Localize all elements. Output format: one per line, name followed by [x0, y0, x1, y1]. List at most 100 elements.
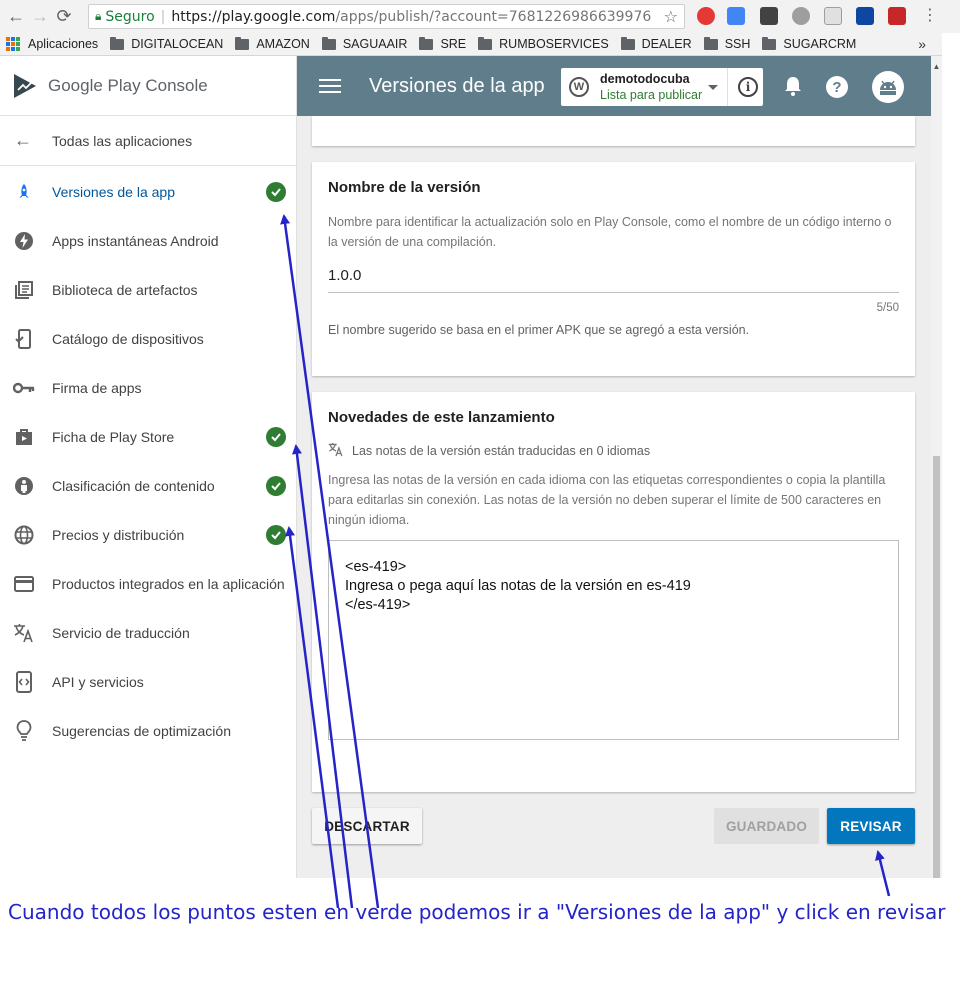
avatar[interactable] [872, 71, 904, 103]
sidebar-item-label: Catálogo de dispositivos [52, 330, 204, 347]
folder-icon [110, 36, 125, 50]
hamburger-menu-icon[interactable] [319, 75, 341, 97]
translate-extension-icon[interactable] [727, 7, 745, 25]
all-apps-link[interactable]: ← Todas las aplicaciones [0, 115, 296, 166]
url-host: https://play.google.com [171, 8, 336, 25]
bookmark-folder[interactable]: SRE [419, 36, 466, 51]
scrollbar-thumb[interactable] [933, 456, 940, 878]
bell-icon[interactable] [783, 75, 803, 97]
info-icon[interactable]: i [738, 77, 758, 97]
sidebar-item-pricing-distribution[interactable]: Precios y distribución [0, 510, 296, 559]
forward-arrow-icon[interactable]: → [28, 5, 52, 29]
app-name: demotodocuba [600, 72, 690, 86]
bookmark-folder[interactable]: DIGITALOCEAN [110, 36, 223, 51]
bookmark-star-icon[interactable]: ☆ [664, 7, 678, 26]
back-arrow-icon[interactable]: ← [4, 5, 28, 29]
bolt-icon [12, 229, 36, 253]
play-console-logo[interactable]: Google Play Console [0, 56, 296, 115]
bookmarks-overflow-button[interactable]: » [918, 36, 926, 52]
globe-icon [12, 523, 36, 547]
sidebar-item-store-listing[interactable]: Ficha de Play Store [0, 412, 296, 461]
version-name-underline [328, 292, 899, 293]
sidebar-nav: Versiones de la app Apps instantáneas An… [0, 166, 296, 755]
scrollbar[interactable]: ▲ [931, 56, 942, 878]
gift-extension-icon[interactable] [888, 7, 906, 25]
translation-status: Las notas de la versión están traducidas… [328, 442, 899, 460]
page-title: Versiones de la app [369, 74, 545, 97]
check-icon [266, 475, 286, 496]
app-status: Lista para publicar [600, 88, 703, 102]
film-extension-icon[interactable] [760, 7, 778, 25]
sidebar-item-api-services[interactable]: API y servicios [0, 657, 296, 706]
bookmark-apps[interactable]: Aplicaciones [0, 37, 98, 51]
content-rating-icon [12, 474, 36, 498]
release-notes-title: Novedades de este lanzamiento [328, 409, 555, 426]
secure-label: Seguro [105, 8, 155, 25]
address-separator: | [160, 8, 166, 25]
bookmark-folder[interactable]: DEALER [620, 36, 692, 51]
sidebar-item-label: Clasificación de contenido [52, 477, 215, 494]
folder-icon [235, 36, 250, 50]
bookmark-folder[interactable]: AMAZON [235, 36, 310, 51]
sidebar-item-label: Productos integrados en la aplicación [52, 575, 285, 592]
api-icon [12, 670, 36, 694]
check-icon [266, 524, 286, 545]
address-bar[interactable]: 🔒︎ Seguro | https://play.google.com /app… [88, 4, 685, 29]
sidebar-item-in-app-products[interactable]: Productos integrados en la aplicación [0, 559, 296, 608]
bookmark-folder[interactable]: RUMBOSERVICES [478, 36, 609, 51]
sidebar-item-translation-service[interactable]: Servicio de traducción [0, 608, 296, 657]
release-notes-description: Ingresa las notas de la versión en cada … [328, 473, 886, 527]
browser-menu-icon[interactable]: ⋮ [922, 5, 938, 25]
lock-icon: 🔒︎ [95, 9, 102, 23]
version-name-title: Nombre de la versión [328, 179, 481, 196]
saved-button[interactable]: GUARDADO [714, 808, 819, 844]
sidebar-item-app-releases[interactable]: Versiones de la app [0, 167, 296, 216]
browser-toolbar: ← → ⟳ 🔒︎ Seguro | https://play.google.co… [0, 0, 960, 33]
folder-icon [419, 36, 434, 50]
app-selector[interactable]: W demotodocuba Lista para publicar i [561, 68, 763, 106]
version-name-card: Nombre de la versión Nombre para identif… [312, 162, 915, 376]
character-counter: 5/50 [876, 302, 899, 314]
sidebar-item-device-catalog[interactable]: Catálogo de dispositivos [0, 314, 296, 363]
check-icon [266, 426, 286, 447]
opera-extension-icon[interactable] [697, 7, 715, 25]
app-selector-divider [727, 68, 728, 106]
cube-extension-icon[interactable] [824, 7, 842, 25]
bookmark-folder[interactable]: SAGUAAIR [321, 36, 407, 51]
store-listing-icon [12, 425, 36, 449]
play-console-logo-icon [14, 73, 36, 98]
linkedin-extension-icon[interactable] [856, 7, 874, 25]
version-name-field[interactable]: 1.0.0 [328, 267, 899, 293]
folder-icon [703, 36, 718, 50]
sidebar-item-label: Versiones de la app [52, 183, 175, 200]
rocket-icon [12, 180, 36, 204]
sidebar-item-label: Apps instantáneas Android [52, 232, 219, 249]
help-icon[interactable]: ? [826, 76, 848, 98]
folder-icon [762, 36, 777, 50]
folder-icon [478, 36, 493, 50]
url-text: https://play.google.com /apps/publish/?a… [171, 9, 651, 25]
bookmarks-bar: Aplicaciones DIGITALOCEAN AMAZON SAGUAAI… [0, 33, 942, 56]
sidebar-item-content-rating[interactable]: Clasificación de contenido [0, 461, 296, 510]
bookmark-folder[interactable]: SSH [703, 36, 750, 51]
discard-button[interactable]: DESCARTAR [312, 808, 422, 844]
version-name-hint: El nombre sugerido se basa en el primer … [328, 323, 750, 337]
sidebar-item-artifact-library[interactable]: Biblioteca de artefactos [0, 265, 296, 314]
puzzle-extension-icon[interactable] [792, 7, 810, 25]
scroll-up-arrow-icon[interactable]: ▲ [931, 62, 942, 71]
version-name-description: Nombre para identificar la actualización… [328, 215, 892, 249]
sidebar-item-label: Ficha de Play Store [52, 428, 175, 445]
review-button[interactable]: REVISAR [827, 808, 915, 844]
translation-status-text: Las notas de la versión están traducidas… [352, 444, 651, 458]
folder-icon [321, 36, 336, 50]
bookmark-folder[interactable]: SUGARCRM [762, 36, 856, 51]
key-icon [12, 376, 36, 400]
sidebar-item-app-signing[interactable]: Firma de apps [0, 363, 296, 412]
url-path: /apps/publish/?account=76812269866399761… [335, 8, 652, 25]
sidebar-item-instant-apps[interactable]: Apps instantáneas Android [0, 216, 296, 265]
sidebar-item-optimization-tips[interactable]: Sugerencias de optimización [0, 706, 296, 755]
chevron-down-icon[interactable] [708, 85, 718, 90]
credit-card-icon [12, 572, 36, 596]
release-notes-textarea[interactable]: <es-419> Ingresa o pega aquí las notas d… [328, 540, 899, 740]
reload-icon[interactable]: ⟳ [52, 5, 76, 29]
